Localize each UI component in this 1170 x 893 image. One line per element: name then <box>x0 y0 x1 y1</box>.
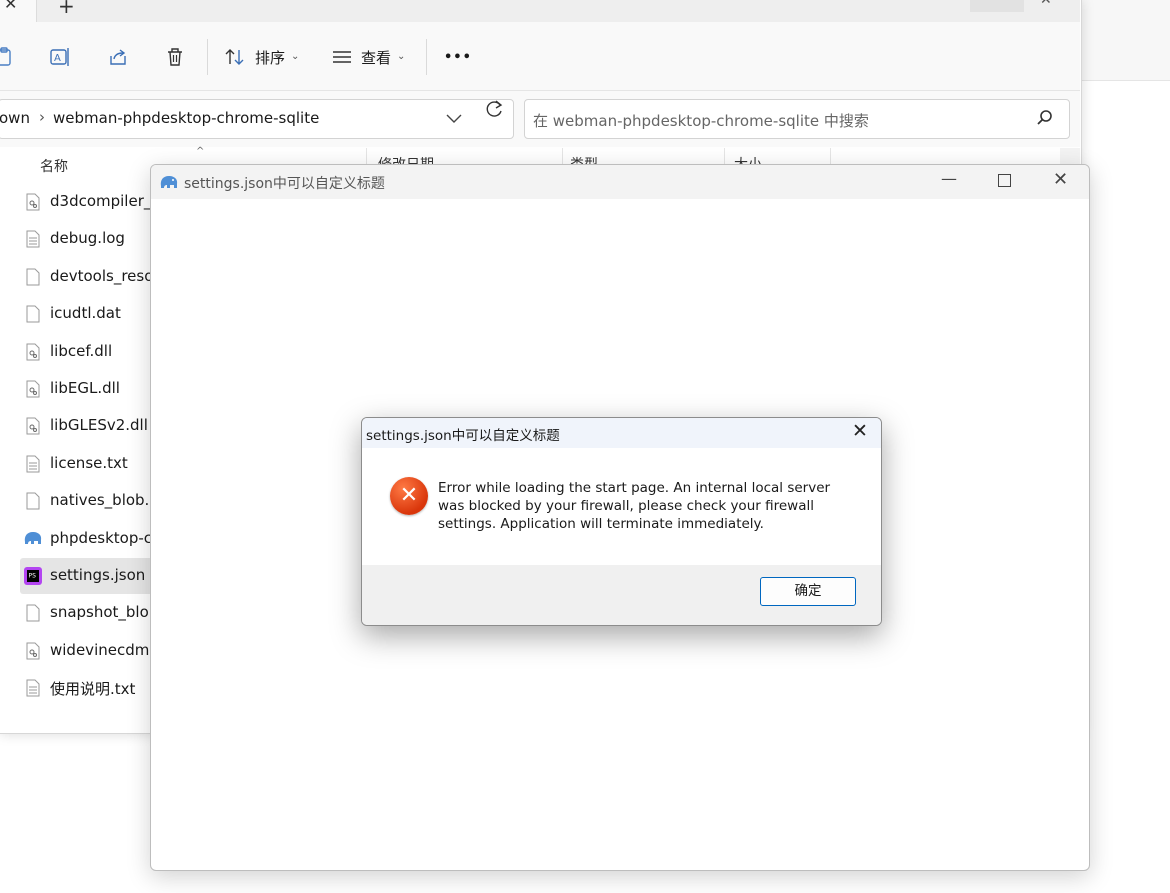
app-title-bar[interactable]: settings.json中可以自定义标题 — ✕ <box>151 165 1089 199</box>
dialog-close-icon[interactable]: ✕ <box>852 420 868 442</box>
rename-icon[interactable]: A <box>49 46 71 68</box>
minimize-icon[interactable]: — <box>941 169 957 188</box>
php-elephant-icon <box>160 176 178 188</box>
svg-text:PS: PS <box>29 573 37 580</box>
address-row: own › webman-phpdesktop-chrome-sqlite 在 … <box>0 91 1080 147</box>
maximize-icon[interactable] <box>998 174 1011 187</box>
error-icon: ✕ <box>390 477 428 515</box>
tab-strip: ✕ + ✕ <box>0 0 1080 22</box>
paste-icon[interactable] <box>0 46 16 68</box>
blank-file-icon <box>26 305 40 323</box>
breadcrumb-parent[interactable]: own <box>0 109 30 127</box>
dll-icon <box>26 642 40 660</box>
sort-label: 排序 <box>255 49 286 67</box>
view-button[interactable]: 查看 ⌄ <box>332 46 412 70</box>
dll-icon <box>26 417 40 435</box>
dialog-footer: 确定 <box>362 565 881 625</box>
window-close-icon[interactable]: ✕ <box>1040 0 1052 8</box>
new-tab-button[interactable]: + <box>58 0 75 18</box>
share-icon[interactable] <box>107 46 129 68</box>
sort-icon <box>225 49 244 65</box>
text-file-icon <box>26 679 40 697</box>
tab-close-icon[interactable]: ✕ <box>4 0 17 13</box>
svg-text:A: A <box>54 53 61 64</box>
app-window-title: settings.json中可以自定义标题 <box>184 176 385 192</box>
file-row[interactable]: libEGL.dll <box>20 371 160 407</box>
dialog-title-bar[interactable]: settings.json中可以自定义标题 ✕ <box>362 418 881 448</box>
breadcrumb-current[interactable]: webman-phpdesktop-chrome-sqlite <box>53 109 319 127</box>
chevron-down-icon: ⌄ <box>397 51 406 62</box>
file-name: libEGL.dll <box>50 379 120 397</box>
chevron-down-icon: ⌄ <box>291 51 300 62</box>
file-name: debug.log <box>50 229 125 247</box>
refresh-icon[interactable] <box>484 99 504 121</box>
blank-file-icon <box>26 268 40 286</box>
error-x-glyph: ✕ <box>399 483 419 508</box>
dialog-title: settings.json中可以自定义标题 <box>366 428 560 444</box>
file-name: settings.json <box>50 566 146 584</box>
file-row[interactable]: phpdesktop-chrome.exe <box>20 521 232 557</box>
file-row[interactable]: snapshot_blob.bin <box>20 595 186 631</box>
file-row[interactable]: natives_blob.bin <box>20 483 173 519</box>
file-row[interactable]: license.txt <box>20 446 160 482</box>
dll-icon <box>26 343 40 361</box>
window-control-button[interactable] <box>970 0 1024 12</box>
error-message: Error while loading the start page. An i… <box>438 480 831 532</box>
error-dialog: settings.json中可以自定义标题 ✕ ✕ Error while lo… <box>361 417 882 626</box>
php-elephant-icon <box>24 530 42 548</box>
file-name: libcef.dll <box>50 342 113 360</box>
file-row[interactable]: d3dcompiler_47.dll <box>20 184 193 220</box>
file-name: 使用说明.txt <box>50 680 136 698</box>
delete-icon[interactable] <box>164 46 186 68</box>
search-input[interactable]: 在 webman-phpdesktop-chrome-sqlite 中搜索 <box>524 99 1070 139</box>
blank-file-icon <box>26 492 40 510</box>
sort-ascending-icon: ^ <box>196 146 205 157</box>
address-history-chevron-icon[interactable] <box>445 108 463 128</box>
search-placeholder: 在 webman-phpdesktop-chrome-sqlite 中搜索 <box>533 112 869 130</box>
search-icon[interactable] <box>1035 108 1055 128</box>
blank-file-icon <box>26 604 40 622</box>
text-file-icon <box>26 230 40 248</box>
background-window-strip <box>1082 0 1170 81</box>
file-row[interactable]: libcef.dll <box>20 334 160 370</box>
file-name: license.txt <box>50 454 128 472</box>
column-header-name[interactable]: 名称 <box>40 156 68 176</box>
file-name: icudtl.dat <box>50 304 121 322</box>
dll-icon <box>26 193 40 211</box>
text-file-icon <box>26 455 40 473</box>
ok-button[interactable]: 确定 <box>760 577 856 606</box>
sort-button[interactable]: 排序 ⌄ <box>225 46 305 70</box>
phpstorm-icon: PS <box>24 567 42 585</box>
close-icon[interactable]: ✕ <box>1053 169 1068 190</box>
file-row[interactable]: widevinecdmadapter.dll <box>20 633 229 669</box>
view-list-icon <box>333 51 351 63</box>
file-row[interactable]: icudtl.dat <box>20 296 160 332</box>
toolbar-divider <box>426 39 427 75</box>
view-label: 查看 <box>361 49 392 67</box>
file-row[interactable]: devtools_resources.pak <box>20 259 226 295</box>
file-row[interactable]: PS settings.json <box>20 558 160 594</box>
file-row[interactable]: 使用说明.txt <box>20 670 160 706</box>
dll-icon <box>26 380 40 398</box>
more-options-button[interactable]: ••• <box>444 50 472 65</box>
breadcrumb-separator-icon[interactable]: › <box>39 108 45 126</box>
file-row[interactable]: debug.log <box>20 221 160 257</box>
file-name: libGLESv2.dll <box>50 416 148 434</box>
explorer-tab[interactable]: ✕ <box>0 0 37 22</box>
address-bar[interactable]: own › webman-phpdesktop-chrome-sqlite <box>0 99 514 139</box>
file-row[interactable]: libGLESv2.dll <box>20 408 160 444</box>
toolbar-divider <box>207 39 208 75</box>
command-bar: A 排序 ⌄ 查看 ⌄ ••• <box>0 22 1080 91</box>
